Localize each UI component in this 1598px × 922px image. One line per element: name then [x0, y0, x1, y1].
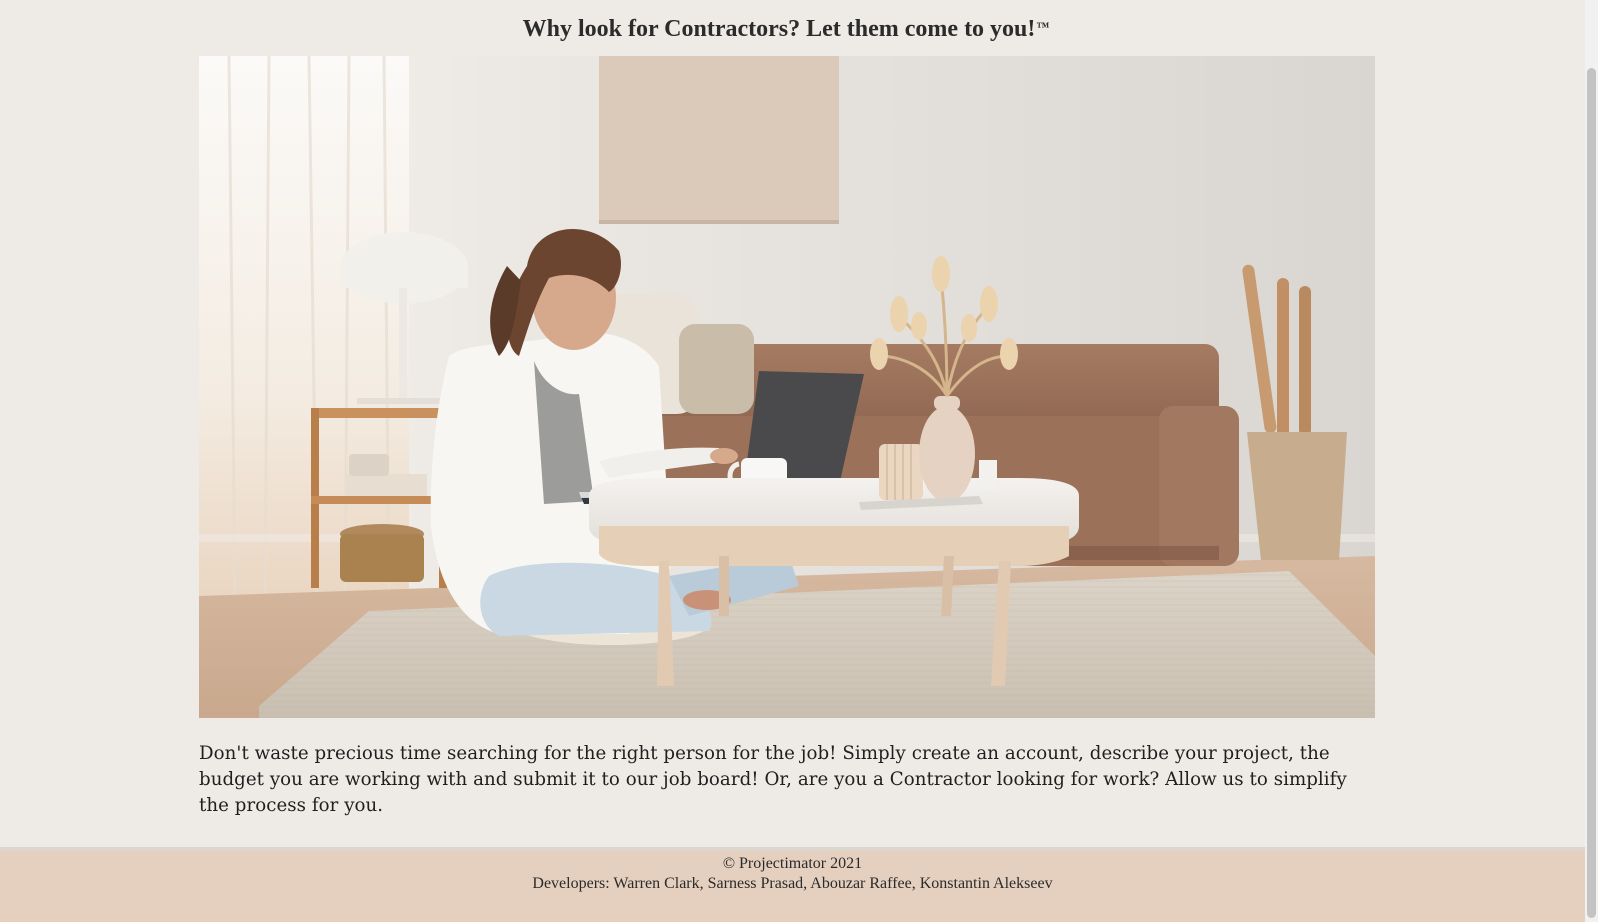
page-headline: Why look for Contractors? Let them come …: [0, 16, 1572, 43]
headline-text: Why look for Contractors? Let them come …: [522, 16, 1036, 42]
copyright-text: © Projectimator 2021: [722, 855, 863, 872]
scrollbar-thumb[interactable]: [1587, 68, 1596, 918]
page: Why look for Contractors? Let them come …: [0, 0, 1585, 922]
trademark-symbol: ™: [1036, 19, 1050, 34]
intro-paragraph: Don't waste precious time searching for …: [199, 743, 1347, 816]
vertical-scrollbar[interactable]: [1585, 0, 1598, 922]
developers-credit: Developers: Warren Clark, Sarness Prasad…: [532, 875, 1053, 892]
site-footer: © Projectimator 2021 Developers: Warren …: [0, 847, 1585, 922]
hero-image: [199, 56, 1375, 718]
